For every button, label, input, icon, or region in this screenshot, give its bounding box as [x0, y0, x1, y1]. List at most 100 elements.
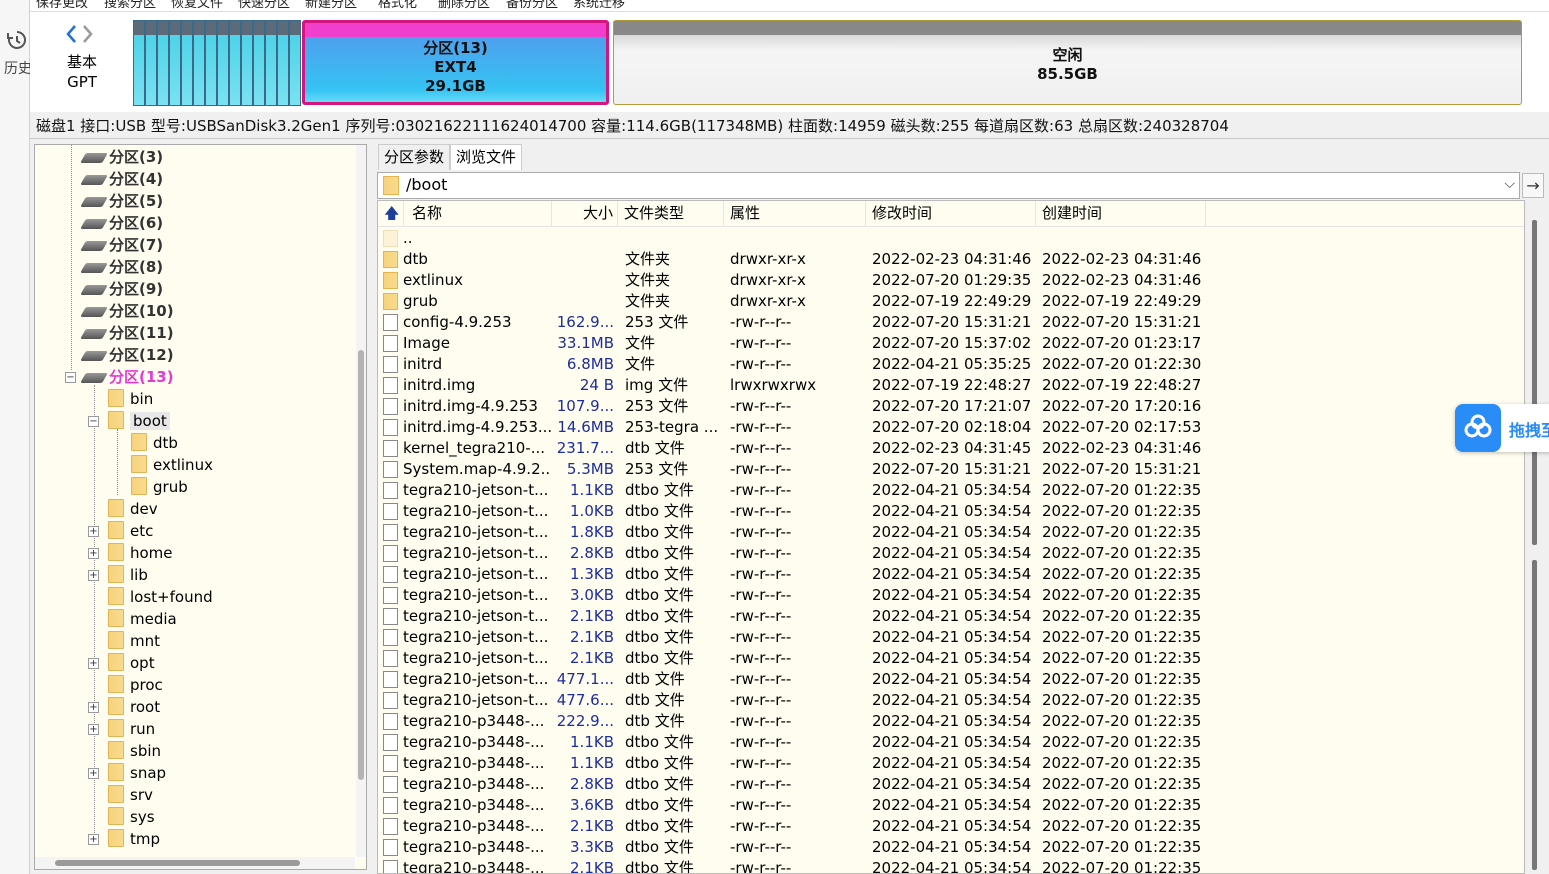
tree-partition-9[interactable]: 分区(9) [80, 278, 163, 300]
scrollbar-track-segment[interactable] [1532, 560, 1537, 870]
column-size[interactable]: 大小 [552, 201, 618, 227]
column-attr[interactable]: 属性 [724, 201, 866, 227]
collapse-icon[interactable]: − [65, 372, 76, 383]
tree-folder-sbin[interactable]: sbin [108, 740, 161, 762]
column-type[interactable]: 文件类型 [618, 201, 724, 227]
file-row[interactable]: tegra210-jetson-t... 2.1KB dtbo 文件 -rw-r--r… [378, 606, 1524, 627]
tree-horizontal-scrollbar[interactable] [35, 857, 355, 869]
tree-folder-extlinux[interactable]: extlinux [131, 454, 213, 476]
file-row[interactable]: System.map-4.9.2... 5.3MB 253 文件 -rw-r--r--… [378, 459, 1524, 480]
partition-block[interactable] [205, 20, 217, 106]
tree-folder-bin[interactable]: bin [108, 388, 153, 410]
tree-folder-home[interactable]: home [108, 542, 173, 564]
tree-folder-dev[interactable]: dev [108, 498, 158, 520]
tree-partition-12[interactable]: 分区(12) [80, 344, 174, 366]
toolbar-new-partition-button[interactable]: 新建分区 [305, 0, 357, 11]
history-icon[interactable] [7, 30, 27, 50]
tree-partition-13[interactable]: 分区(13) [80, 366, 174, 388]
file-row[interactable]: tegra210-p3448-... 222.9... dtb 文件 -rw-r--r… [378, 711, 1524, 732]
drag-upload-widget[interactable]: 拖拽至 [1455, 404, 1549, 452]
tree-partition-10[interactable]: 分区(10) [80, 300, 174, 322]
partition-block[interactable] [217, 20, 229, 106]
path-text[interactable]: /boot [406, 175, 447, 194]
selected-partition-block[interactable]: 分区(13) EXT4 29.1GB [302, 20, 609, 105]
tree-partition-11[interactable]: 分区(11) [80, 322, 174, 344]
partition-block[interactable] [229, 20, 241, 106]
tree-partition-3[interactable]: 分区(3) [80, 146, 163, 168]
toolbar-recover-files-button[interactable]: 恢复文件 [171, 0, 223, 11]
tree-folder-tmp[interactable]: tmp [108, 828, 160, 850]
scrollbar-thumb[interactable] [1532, 220, 1537, 545]
toolbar-quick-partition-button[interactable]: 快速分区 [238, 0, 290, 11]
partition-block[interactable] [145, 20, 157, 106]
expand-icon[interactable]: + [88, 658, 99, 669]
tree-folder-etc[interactable]: etc [108, 520, 153, 542]
column-name[interactable]: 名称 [406, 201, 552, 227]
file-row[interactable]: tegra210-jetson-t... 1.0KB dtbo 文件 -rw-r--r… [378, 501, 1524, 522]
tab-browse-files[interactable]: 浏览文件 [450, 144, 523, 170]
expand-icon[interactable]: + [88, 526, 99, 537]
partition-block[interactable] [181, 20, 193, 106]
tree-folder-lib[interactable]: lib [108, 564, 148, 586]
expand-icon[interactable]: + [88, 548, 99, 559]
file-list-scrollbar[interactable] [1528, 200, 1542, 874]
tree-partition-6[interactable]: 分区(6) [80, 212, 163, 234]
file-row[interactable]: Image 33.1MB 文件 -rw-r--r-- 2022-07-20 15:37:… [378, 333, 1524, 354]
tree-partition-4[interactable]: 分区(4) [80, 168, 163, 190]
file-row[interactable]: config-4.9.253 162.9... 253 文件 -rw-r--r-- 20… [378, 312, 1524, 333]
file-row[interactable]: tegra210-jetson-t... 1.3KB dtbo 文件 -rw-r--r… [378, 564, 1524, 585]
file-row[interactable]: tegra210-jetson-t... 3.0KB dtbo 文件 -rw-r--r… [378, 585, 1524, 606]
file-row[interactable]: initrd 6.8MB 文件 -rw-r--r-- 2022-04-21 05:35:… [378, 354, 1524, 375]
expand-icon[interactable]: + [88, 702, 99, 713]
partition-block[interactable] [193, 20, 205, 106]
file-row[interactable]: tegra210-jetson-t... 1.8KB dtbo 文件 -rw-r--r… [378, 522, 1524, 543]
partition-block[interactable] [169, 20, 181, 106]
toolbar-delete-partition-button[interactable]: 删除分区 [438, 0, 490, 11]
partition-block[interactable] [133, 20, 145, 106]
file-row[interactable]: initrd.img 24 B img 文件 lrwxrwxrwx 2022-07-19… [378, 375, 1524, 396]
file-row[interactable]: grub 文件夹 drwxr-xr-x 2022-07-19 22:49:29 2022… [378, 291, 1524, 312]
toolbar-backup-partition-button[interactable]: 备份分区 [506, 0, 558, 11]
file-row[interactable]: .. [378, 228, 1524, 249]
column-modified[interactable]: 修改时间 [866, 201, 1036, 227]
toolbar-save-button[interactable]: 保存更改 [36, 0, 88, 11]
file-row[interactable]: tegra210-jetson-t... 1.1KB dtbo 文件 -rw-r--r… [378, 480, 1524, 501]
expand-icon[interactable]: + [88, 768, 99, 779]
column-created[interactable]: 创建时间 [1036, 201, 1206, 227]
expand-icon[interactable]: + [88, 834, 99, 845]
up-folder-icon[interactable]: 🡅 [378, 201, 404, 227]
tree-partition-8[interactable]: 分区(8) [80, 256, 163, 278]
file-row[interactable]: tegra210-p3448-... 2.1KB dtbo 文件 -rw-r--r--… [378, 816, 1524, 837]
file-row[interactable]: tegra210-jetson-t... 477.1... dtb 文件 -rw-r-… [378, 669, 1524, 690]
file-row[interactable]: tegra210-p3448-... 1.1KB dtbo 文件 -rw-r--r--… [378, 732, 1524, 753]
file-row[interactable]: initrd.img-4.9.253 107.9... 253 文件 -rw-r--r… [378, 396, 1524, 417]
file-row[interactable]: dtb 文件夹 drwxr-xr-x 2022-02-23 04:31:46 2022-… [378, 249, 1524, 270]
tree-folder-boot[interactable]: boot [108, 410, 170, 432]
partition-block[interactable] [265, 20, 277, 106]
tree-partition-5[interactable]: 分区(5) [80, 190, 163, 212]
partition-block[interactable] [241, 20, 253, 106]
tree-folder-lost-found[interactable]: lost+found [108, 586, 213, 608]
file-row[interactable]: extlinux 文件夹 drwxr-xr-x 2022-07-20 01:29:35… [378, 270, 1524, 291]
tree-folder-grub[interactable]: grub [131, 476, 188, 498]
file-row[interactable]: kernel_tegra210-... 231.7... dtb 文件 -rw-r--… [378, 438, 1524, 459]
tree-folder-proc[interactable]: proc [108, 674, 163, 696]
tree-vertical-scrollbar[interactable] [356, 145, 366, 857]
toolbar-search-partition-button[interactable]: 搜索分区 [104, 0, 156, 11]
partition-block[interactable] [157, 20, 169, 106]
tree-folder-srv[interactable]: srv [108, 784, 153, 806]
go-arrow-button[interactable]: → [1522, 173, 1544, 198]
tree-folder-dtb[interactable]: dtb [131, 432, 178, 454]
file-row[interactable]: tegra210-jetson-t... 2.1KB dtbo 文件 -rw-r--r… [378, 627, 1524, 648]
partition-block[interactable] [289, 20, 301, 106]
file-row[interactable]: tegra210-jetson-t... 477.6... dtb 文件 -rw-r-… [378, 690, 1524, 711]
tree-folder-root[interactable]: root [108, 696, 160, 718]
file-row[interactable]: initrd.img-4.9.253... 14.6MB 253-tegra ...… [378, 417, 1524, 438]
path-input[interactable]: /boot ⌵ [377, 172, 1520, 199]
history-label[interactable]: 历史 [4, 58, 32, 78]
expand-icon[interactable]: + [88, 570, 99, 581]
tree-folder-run[interactable]: run [108, 718, 155, 740]
partition-block[interactable] [277, 20, 289, 106]
tree-folder-mnt[interactable]: mnt [108, 630, 160, 652]
scrollbar-thumb[interactable] [55, 860, 300, 866]
